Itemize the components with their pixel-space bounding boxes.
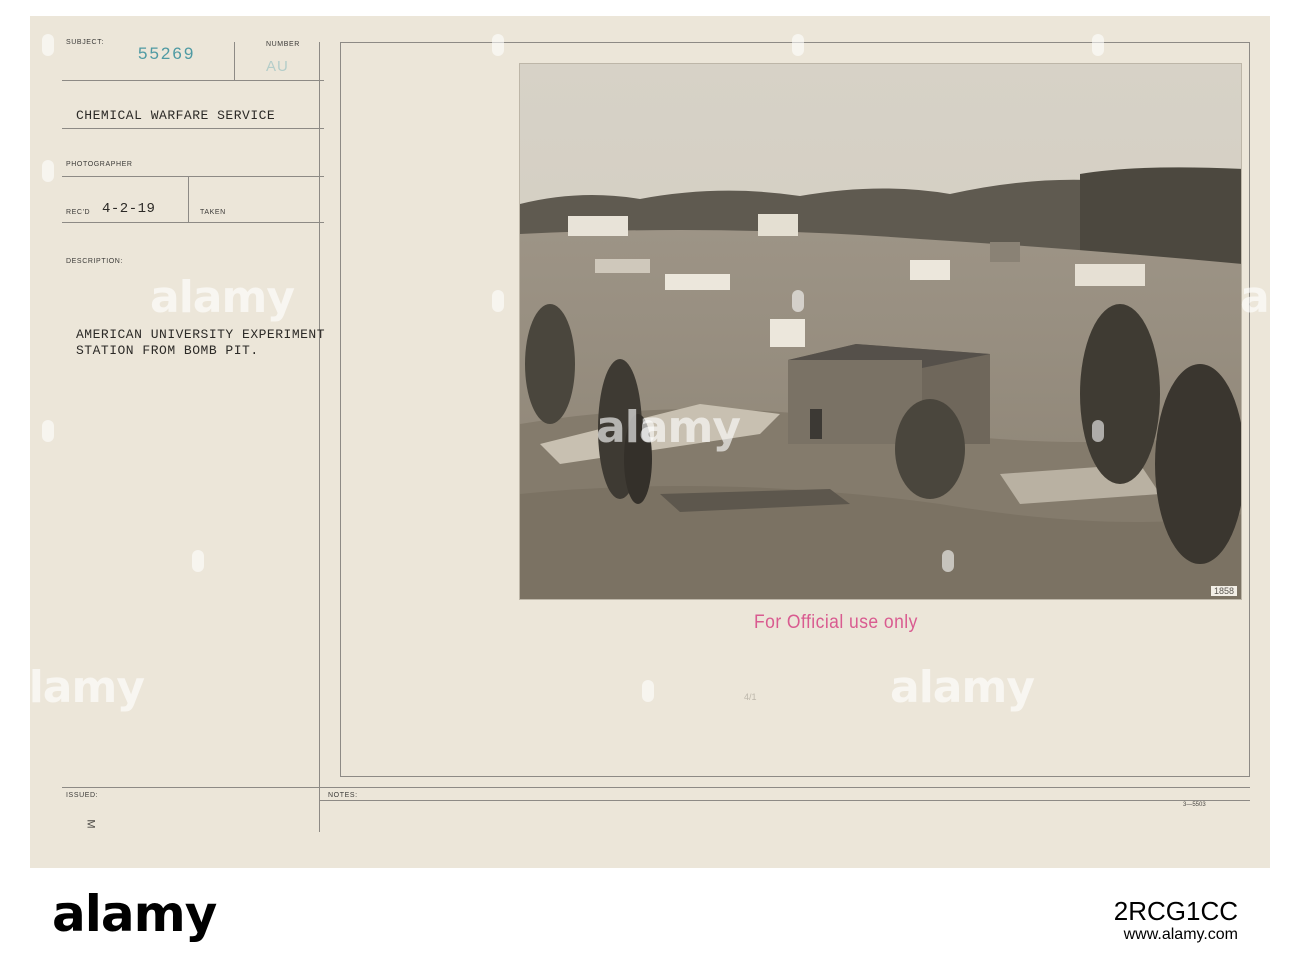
watermark-bottom-right: alamy	[890, 662, 1035, 713]
photograph: 1858	[519, 63, 1242, 600]
watermark-dot	[42, 34, 54, 56]
rule-issued	[62, 787, 1250, 788]
rule-notes	[320, 800, 1250, 801]
watermark-dot	[642, 420, 654, 442]
official-use-stamp: For Official use only	[754, 612, 918, 633]
watermark-dot	[792, 290, 804, 312]
watermark-right-edge: alamy	[1240, 272, 1300, 323]
subject-label: SUBJECT:	[66, 39, 104, 46]
number-label: NUMBER	[266, 41, 300, 48]
banner-url[interactable]: www.alamy.com	[1124, 926, 1238, 944]
issued-label: ISSUED:	[66, 792, 99, 799]
left-column-divider	[319, 42, 320, 832]
taken-label: TAKEN	[200, 209, 226, 216]
photographer-label: PHOTOGRAPHER	[66, 161, 133, 168]
rule-org	[62, 128, 324, 129]
rule-subject	[62, 80, 324, 81]
subject-number: 55269	[138, 44, 196, 63]
photograph-scene	[520, 64, 1241, 599]
recd-date: 4-2-19	[102, 201, 156, 217]
watermark-top-left: alamy	[150, 272, 295, 323]
recd-label: REC'D	[66, 209, 91, 216]
number-value: AU	[266, 58, 289, 75]
recd-taken-divider	[188, 176, 189, 222]
watermark-dot	[642, 680, 654, 702]
watermark-dot	[942, 550, 954, 572]
banner-logo: alamy	[52, 885, 217, 943]
form-code: 3—5503	[1183, 802, 1206, 808]
watermark-dot	[792, 34, 804, 56]
watermark-bottom-left: alamy	[0, 662, 145, 713]
watermark-dot	[492, 290, 504, 312]
watermark-dot	[192, 550, 204, 572]
photo-number: 1858	[1210, 586, 1237, 596]
description-line-1: AMERICAN UNIVERSITY EXPERIMENT	[76, 327, 326, 342]
watermark-dot	[42, 420, 54, 442]
number-divider	[234, 42, 235, 80]
watermark-dot	[492, 34, 504, 56]
watermark-dot	[1092, 420, 1104, 442]
issued-mark: M	[84, 819, 97, 829]
organization-text: CHEMICAL WARFARE SERVICE	[76, 108, 276, 123]
watermark-center: alamy	[596, 402, 741, 453]
pencil-mark: 4/1	[744, 692, 757, 702]
watermark-dot	[42, 160, 54, 182]
notes-label: NOTES:	[328, 792, 358, 799]
watermark-dot	[1092, 34, 1104, 56]
rule-photographer	[62, 176, 324, 177]
description-line-2: STATION FROM BOMB PIT.	[76, 343, 259, 358]
inner-frame-left	[340, 42, 341, 777]
inner-frame-right	[1249, 42, 1250, 777]
banner-image-id: 2RCG1CC	[1113, 896, 1238, 926]
inner-frame-bottom	[340, 776, 1250, 777]
rule-recd	[62, 222, 324, 223]
description-label: DESCRIPTION:	[66, 258, 123, 265]
